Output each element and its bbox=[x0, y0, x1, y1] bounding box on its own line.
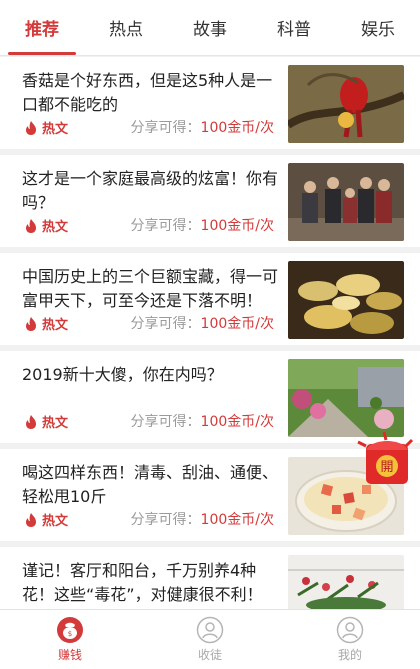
hot-badge: 热文 bbox=[24, 314, 68, 333]
reward-amount: 100金币/次 bbox=[200, 512, 274, 528]
share-reward: 分享可得：100金币/次 bbox=[131, 313, 274, 333]
article-title[interactable]: 2019新十大傻，你在内吗？ bbox=[22, 363, 278, 387]
article-title[interactable]: 香菇是个好东西，但是这5种人是一口都不能吃的 bbox=[22, 69, 278, 117]
hot-label: 热文 bbox=[42, 416, 69, 431]
red-packet-button[interactable]: 開 bbox=[352, 424, 420, 492]
bottom-nav: $ 赚钱 收徒 我的 bbox=[0, 609, 420, 669]
nav-recruit-label: 收徒 bbox=[197, 648, 222, 662]
share-reward: 分享可得：100金币/次 bbox=[131, 215, 274, 235]
tab-science[interactable]: 科普 bbox=[252, 0, 336, 55]
flame-icon bbox=[26, 512, 36, 527]
article-feed: 香菇是个好东西，但是这5种人是一口都不能吃的 热文 分享可得：100金币/次 这… bbox=[0, 57, 420, 645]
share-prefix: 分享可得： bbox=[130, 512, 201, 528]
article-thumbnail[interactable] bbox=[288, 65, 404, 143]
article-thumbnail[interactable] bbox=[288, 261, 404, 339]
article-card[interactable]: 香菇是个好东西，但是这5种人是一口都不能吃的 热文 分享可得：100金币/次 bbox=[0, 57, 420, 149]
nav-earn[interactable]: $ 赚钱 bbox=[0, 610, 140, 669]
reward-amount: 100金币/次 bbox=[200, 218, 274, 234]
flame-icon bbox=[26, 414, 36, 429]
article-title[interactable]: 喝这四样东西！清毒、刮油、通便、轻松甩10斤 bbox=[22, 461, 278, 509]
tab-recommend[interactable]: 推荐 bbox=[0, 0, 84, 55]
hot-badge: 热文 bbox=[24, 216, 68, 235]
nav-earn-label: 赚钱 bbox=[57, 648, 82, 662]
article-title[interactable]: 谨记！客厅和阳台，千万别养4种花！这些“毒花”，对健康很不利！ bbox=[22, 559, 278, 607]
article-card[interactable]: 中国历史上的三个巨额宝藏，得一可富甲天下，可至今还是下落不明！ 热文 分享可得：… bbox=[0, 253, 420, 345]
category-tabs: 推荐 热点 故事 科普 娱乐 bbox=[0, 0, 420, 56]
share-reward: 分享可得：100金币/次 bbox=[131, 117, 274, 137]
nav-profile-label: 我的 bbox=[337, 648, 362, 662]
article-thumbnail[interactable] bbox=[288, 163, 404, 241]
flame-icon bbox=[26, 218, 36, 233]
article-title[interactable]: 这才是一个家庭最高级的炫富！你有吗？ bbox=[22, 167, 278, 215]
share-prefix: 分享可得： bbox=[130, 218, 201, 234]
article-title[interactable]: 中国历史上的三个巨额宝藏，得一可富甲天下，可至今还是下落不明！ bbox=[22, 265, 278, 313]
share-prefix: 分享可得： bbox=[130, 414, 201, 430]
tab-entertainment[interactable]: 娱乐 bbox=[336, 0, 420, 55]
tab-hot[interactable]: 热点 bbox=[84, 0, 168, 55]
share-reward: 分享可得：100金币/次 bbox=[131, 509, 274, 529]
nav-profile[interactable]: 我的 bbox=[280, 610, 420, 669]
profile-icon bbox=[336, 616, 364, 644]
hot-label: 热文 bbox=[42, 318, 69, 333]
flame-icon bbox=[26, 316, 36, 331]
tab-story[interactable]: 故事 bbox=[168, 0, 252, 55]
hot-badge: 热文 bbox=[24, 118, 68, 137]
hot-label: 热文 bbox=[42, 220, 69, 235]
svg-text:$: $ bbox=[68, 630, 72, 638]
coin-bag-icon: $ bbox=[57, 617, 83, 643]
reward-amount: 100金币/次 bbox=[200, 120, 274, 136]
hot-badge: 热文 bbox=[24, 412, 68, 431]
hot-label: 热文 bbox=[42, 514, 69, 529]
person-icon bbox=[196, 616, 224, 644]
nav-recruit[interactable]: 收徒 bbox=[140, 610, 280, 669]
reward-amount: 100金币/次 bbox=[200, 316, 274, 332]
flame-icon bbox=[26, 120, 36, 135]
article-card[interactable]: 这才是一个家庭最高级的炫富！你有吗？ 热文 分享可得：100金币/次 bbox=[0, 155, 420, 247]
share-prefix: 分享可得： bbox=[130, 120, 201, 136]
hot-badge: 热文 bbox=[24, 510, 68, 529]
share-prefix: 分享可得： bbox=[130, 316, 201, 332]
share-reward: 分享可得：100金币/次 bbox=[131, 411, 274, 431]
red-packet-label: 開 bbox=[380, 460, 393, 475]
hot-label: 热文 bbox=[42, 122, 69, 137]
reward-amount: 100金币/次 bbox=[200, 414, 274, 430]
